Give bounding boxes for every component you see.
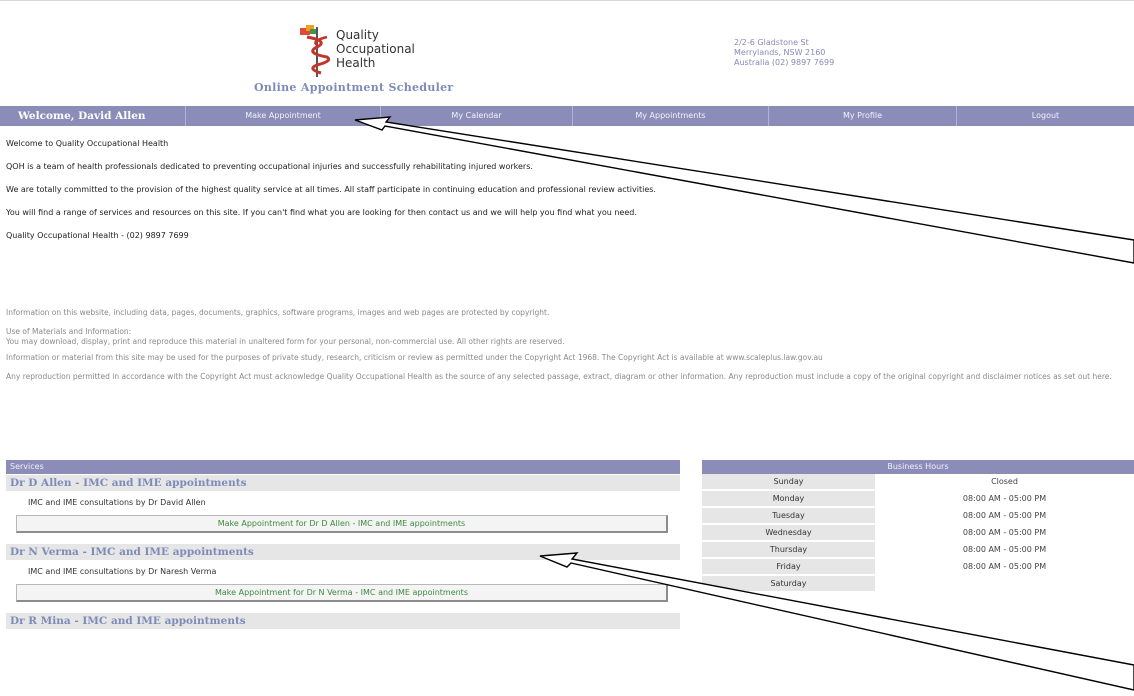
- hours-time: 08:00 AM - 05:00 PM: [962, 528, 1047, 537]
- site-header: Quality Occupational Health Online Appoi…: [0, 0, 1134, 106]
- copyright-notice: Information on this website, including d…: [6, 308, 1132, 391]
- hours-day: Sunday: [702, 474, 875, 489]
- service-item: Dr R Mina - IMC and IME appointments: [6, 612, 680, 629]
- hours-day: Wednesday: [702, 525, 875, 540]
- hours-row: Wednesday 08:00 AM - 05:00 PM: [702, 525, 1134, 540]
- address-line-1: 2/2-6 Gladstone St: [734, 38, 809, 47]
- hours-time: 08:00 AM - 05:00 PM: [962, 545, 1047, 554]
- brand-line-1: Quality: [336, 28, 379, 42]
- hours-day: Monday: [702, 491, 875, 506]
- hours-time: Closed: [991, 477, 1018, 486]
- service-title: Dr D Allen - IMC and IME appointments: [6, 474, 680, 491]
- hours-day: Tuesday: [702, 508, 875, 523]
- service-title: Dr N Verma - IMC and IME appointments: [6, 543, 680, 560]
- hours-time: 08:00 AM - 05:00 PM: [962, 562, 1047, 571]
- business-hours-panel: Business Hours Sunday Closed Monday 08:00 …: [702, 460, 1134, 593]
- service-description: IMC and IME consultations by Dr Naresh V…: [28, 567, 217, 576]
- intro-paragraph: We are totally committed to the provisio…: [6, 185, 656, 194]
- hours-row: Thursday 08:00 AM - 05:00 PM: [702, 542, 1134, 557]
- legal-text: You may download, display, print and rep…: [6, 337, 565, 346]
- brand-line-3: Health: [336, 56, 376, 70]
- service-title: Dr R Mina - IMC and IME appointments: [6, 612, 680, 629]
- nav-my-calendar[interactable]: My Calendar: [380, 106, 572, 126]
- address-line-3: Australia (02) 9897 7699: [734, 58, 835, 67]
- hours-day: Thursday: [702, 542, 875, 557]
- services-heading: Services: [6, 460, 680, 474]
- hours-row: Friday 08:00 AM - 05:00 PM: [702, 559, 1134, 574]
- brand-line-2: Occupational: [336, 42, 415, 56]
- caduceus-logo-icon: [300, 25, 331, 77]
- service-item: Dr D Allen - IMC and IME appointments IM…: [6, 474, 680, 533]
- hours-row: Saturday: [702, 576, 1134, 591]
- nav-my-profile[interactable]: My Profile: [768, 106, 956, 126]
- intro-paragraph: You will find a range of services and re…: [6, 208, 637, 217]
- hours-row: Tuesday 08:00 AM - 05:00 PM: [702, 508, 1134, 523]
- services-panel: Services Dr D Allen - IMC and IME appoin…: [6, 460, 680, 639]
- hours-row: Monday 08:00 AM - 05:00 PM: [702, 491, 1134, 506]
- service-description: IMC and IME consultations by Dr David Al…: [28, 498, 206, 507]
- main-nav: Welcome, David Allen Make Appointment My…: [0, 106, 1134, 126]
- nav-my-appointments[interactable]: My Appointments: [572, 106, 768, 126]
- legal-paragraph: Information or material from this site m…: [6, 353, 823, 362]
- hours-day: Saturday: [702, 576, 875, 591]
- intro-paragraph: QOH is a team of health professionals de…: [6, 162, 533, 171]
- make-appointment-verma-button[interactable]: Make Appointment for Dr N Verma - IMC an…: [16, 584, 668, 602]
- make-appointment-allen-button[interactable]: Make Appointment for Dr D Allen - IMC an…: [16, 515, 668, 533]
- intro-paragraph: Welcome to Quality Occupational Health: [6, 139, 169, 148]
- legal-paragraph: Use of Materials and Information: You ma…: [6, 327, 1132, 347]
- intro-text: Welcome to Quality Occupational Health Q…: [6, 138, 1126, 253]
- brand-name: Quality Occupational Health: [336, 28, 415, 70]
- intro-paragraph: Quality Occupational Health - (02) 9897 …: [6, 231, 189, 240]
- legal-subheading: Use of Materials and Information:: [6, 327, 132, 336]
- hours-time: 08:00 AM - 05:00 PM: [962, 511, 1047, 520]
- hours-time: [875, 576, 1134, 591]
- hours-day: Friday: [702, 559, 875, 574]
- hours-row: Sunday Closed: [702, 474, 1134, 489]
- business-hours-table: Sunday Closed Monday 08:00 AM - 05:00 PM T…: [702, 472, 1134, 593]
- service-item: Dr N Verma - IMC and IME appointments IM…: [6, 543, 680, 602]
- scheduler-title: Online Appointment Scheduler: [254, 81, 454, 94]
- legal-paragraph: Any reproduction permitted in accordance…: [6, 372, 1112, 381]
- contact-address: 2/2-6 Gladstone St Merrylands, NSW 2160 …: [734, 38, 834, 68]
- hours-time: 08:00 AM - 05:00 PM: [962, 494, 1047, 503]
- nav-logout[interactable]: Logout: [956, 106, 1134, 126]
- address-line-2: Merrylands, NSW 2160: [734, 48, 826, 57]
- legal-paragraph: Information on this website, including d…: [6, 308, 550, 317]
- nav-make-appointment[interactable]: Make Appointment: [185, 106, 380, 126]
- welcome-label: Welcome, David Allen: [18, 110, 146, 122]
